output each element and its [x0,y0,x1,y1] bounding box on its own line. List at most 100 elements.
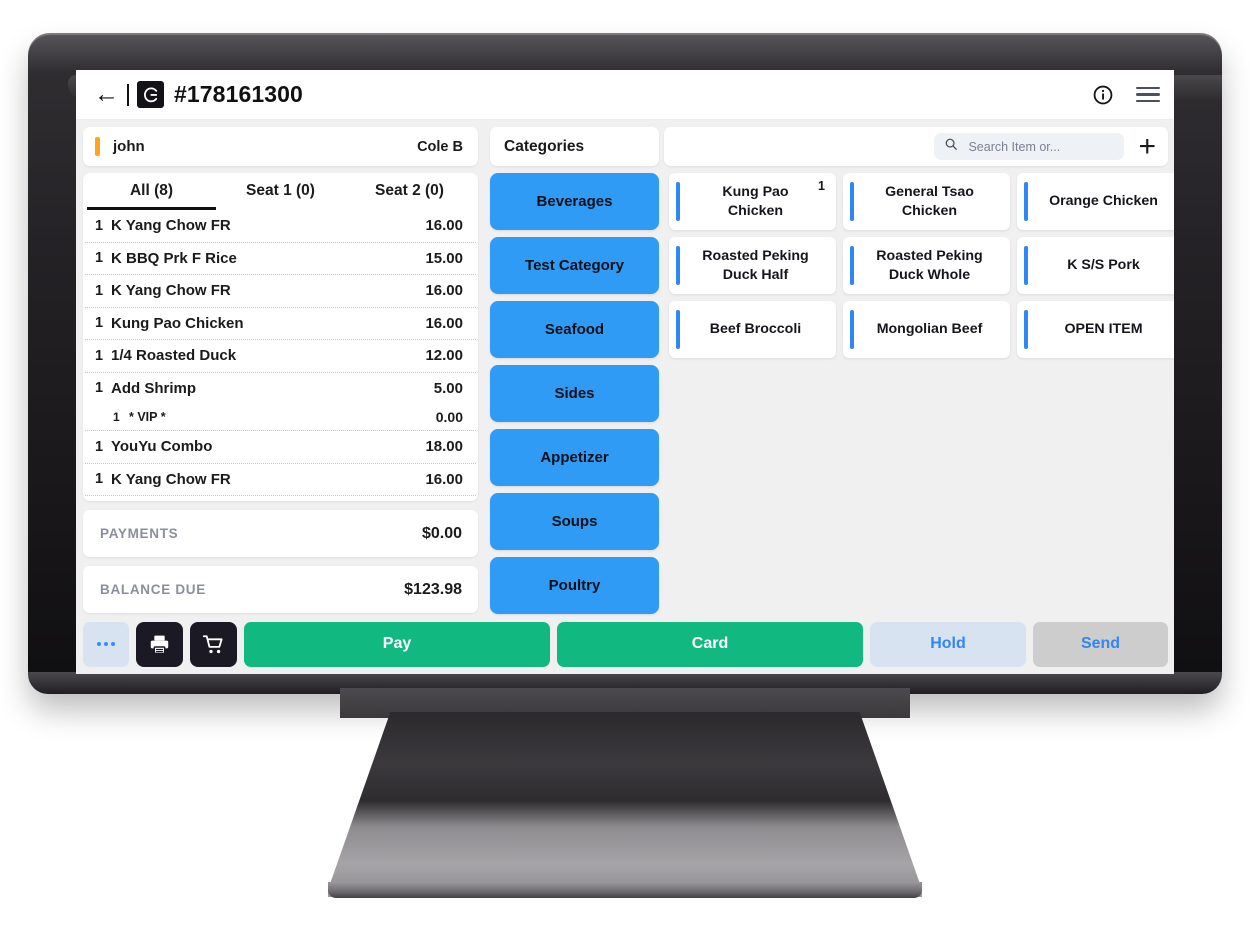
customer-row[interactable]: john Cole B [83,127,478,166]
menu-item-count-badge: 1 [818,179,825,193]
order-item-row[interactable]: 1 Add Shrimp 5.00 [85,373,476,405]
menu-item-button[interactable]: General Tsao Chicken [843,173,1010,230]
balance-due-label: BALANCE DUE [100,582,206,597]
cart-button[interactable] [190,621,237,667]
card-button[interactable]: Card [557,621,863,667]
item-price: 18.00 [425,438,463,456]
menu-item-accent [850,246,854,285]
menu-item-button[interactable]: OPEN ITEM [1017,301,1174,358]
pay-button[interactable]: Pay [244,621,550,667]
menu-item-button[interactable]: Roasted Peking Duck Half [669,237,836,294]
back-arrow-icon[interactable]: ← [94,82,119,107]
menu-item-accent [676,246,680,285]
menu-item-label: Beef Broccoli [709,321,802,338]
more-options-button[interactable] [83,621,129,667]
menu-item-grid: Kung Pao Chicken 1 General Tsao Chicken … [664,173,1174,358]
menu-item-accent [850,310,854,349]
category-test-category[interactable]: Test Category [490,237,659,294]
seat-tab-1[interactable]: Seat 1 (0) [216,182,345,210]
item-name: K Yang Chow FR [111,217,231,235]
category-sides[interactable]: Sides [490,365,659,422]
item-price: 16.00 [425,282,463,300]
seat-tab-all[interactable]: All (8) [87,182,216,210]
item-price: 0.00 [435,409,463,425]
menu-item-accent [1024,182,1028,221]
item-price: 12.00 [425,347,463,365]
send-button[interactable]: Send [1033,621,1168,667]
item-name: YouYu Combo [111,438,213,456]
customer-name: john [113,138,145,155]
category-poultry[interactable]: Poultry [490,557,659,614]
category-beverages[interactable]: Beverages [490,173,659,230]
order-item-row[interactable]: 1 K Yang Chow FR 16.00 [85,464,476,496]
order-item-row[interactable]: 1 K BBQ Prk F Rice 15.00 [85,241,476,275]
add-item-button[interactable]: + [1138,131,1156,162]
menu-item-label: Mongolian Beef [876,321,983,338]
seat-tabs: All (8) Seat 1 (0) Seat 2 (0) [83,173,478,210]
menu-item-button[interactable]: Beef Broccoli [669,301,836,358]
menu-item-label: OPEN ITEM [1064,321,1143,338]
item-name: Kung Pao Chicken [111,314,244,332]
item-qty: 1 [95,217,104,234]
hold-button[interactable]: Hold [870,621,1026,667]
menu-item-accent [676,182,680,221]
menu-item-button[interactable]: Roasted Peking Duck Whole [843,237,1010,294]
menu-item-label: Kung Pao Chicken [722,184,789,219]
menu-item-label: General Tsao Chicken [885,184,974,219]
category-seafood[interactable]: Seafood [490,301,659,358]
monitor-stand [328,712,922,897]
order-item-row[interactable]: 1 K Yang Chow FR 16.00 [85,210,476,242]
category-soups[interactable]: Soups [490,493,659,550]
order-item-modifier-row[interactable]: 1 * VIP * 0.00 [85,404,476,431]
order-number: #178161300 [174,81,303,107]
menu-item-accent [850,182,854,221]
server-name: Cole B [417,138,463,155]
menu-item-label: Orange Chicken [1049,193,1158,210]
item-qty: 1 [113,410,120,424]
order-item-row[interactable]: 1 Kung Pao Chicken 16.00 [85,308,476,340]
menu-item-label: Roasted Peking Duck Half [702,248,809,283]
search-icon [944,137,958,156]
menu-item-button[interactable]: Kung Pao Chicken 1 [669,173,836,230]
item-name: Add Shrimp [111,379,196,397]
payments-label: PAYMENTS [100,526,179,541]
item-qty: 1 [95,347,104,364]
search-input[interactable] [966,138,1115,155]
hamburger-menu-icon[interactable] [1136,86,1160,103]
order-item-row[interactable]: 1 1/4 Roasted Duck 12.00 [85,340,476,373]
menu-item-label: Roasted Peking Duck Whole [876,248,983,283]
payments-row[interactable]: PAYMENTS $0.00 [83,510,478,557]
menu-item-button[interactable]: K S/S Pork [1017,237,1174,294]
balance-due-row[interactable]: BALANCE DUE $123.98 [83,566,478,613]
menu-item-accent [1024,310,1028,349]
search-field-wrapper[interactable] [934,133,1125,160]
item-qty: 1 [95,438,104,455]
order-item-list: 1 K Yang Chow FR 16.00 1 K BBQ Prk F Ric… [83,210,478,501]
order-item-row[interactable]: 1 YouYu Combo 18.00 [85,431,476,464]
menu-item-button[interactable]: Orange Chicken [1017,173,1174,230]
header-divider [127,83,129,106]
info-circle-icon[interactable] [1092,84,1114,106]
menu-item-button[interactable]: Mongolian Beef [843,301,1010,358]
order-item-row[interactable]: 1 K Yang Chow FR 16.00 [85,275,476,308]
action-bar: Pay Card Hold Send [76,620,1174,674]
item-qty: 1 [95,315,104,332]
customer-accent-bar [95,137,100,156]
monitor-stand-base [328,882,922,898]
menu-item-accent [676,310,680,349]
seat-tab-2[interactable]: Seat 2 (0) [345,182,474,210]
print-button[interactable] [136,621,183,667]
categories-list: Beverages Test Category Seafood Sides Ap… [490,173,659,614]
app-header: ← #178161300 [76,70,1174,120]
menu-item-label: K S/S Pork [1067,257,1140,274]
order-panel: john Cole B All (8) Seat 1 (0) Seat 2 (0… [76,120,484,620]
menu-item-accent [1024,246,1028,285]
search-bar: + [664,127,1168,166]
item-qty: 1 [95,282,104,299]
pos-screen: ← #178161300 john Cole B All (8) Seat 1 … [76,70,1174,674]
category-appetizer[interactable]: Appetizer [490,429,659,486]
item-name: 1/4 Roasted Duck [111,347,237,365]
item-qty: 1 [95,380,104,397]
item-price: 16.00 [425,470,463,488]
balance-due-value: $123.98 [404,580,462,598]
